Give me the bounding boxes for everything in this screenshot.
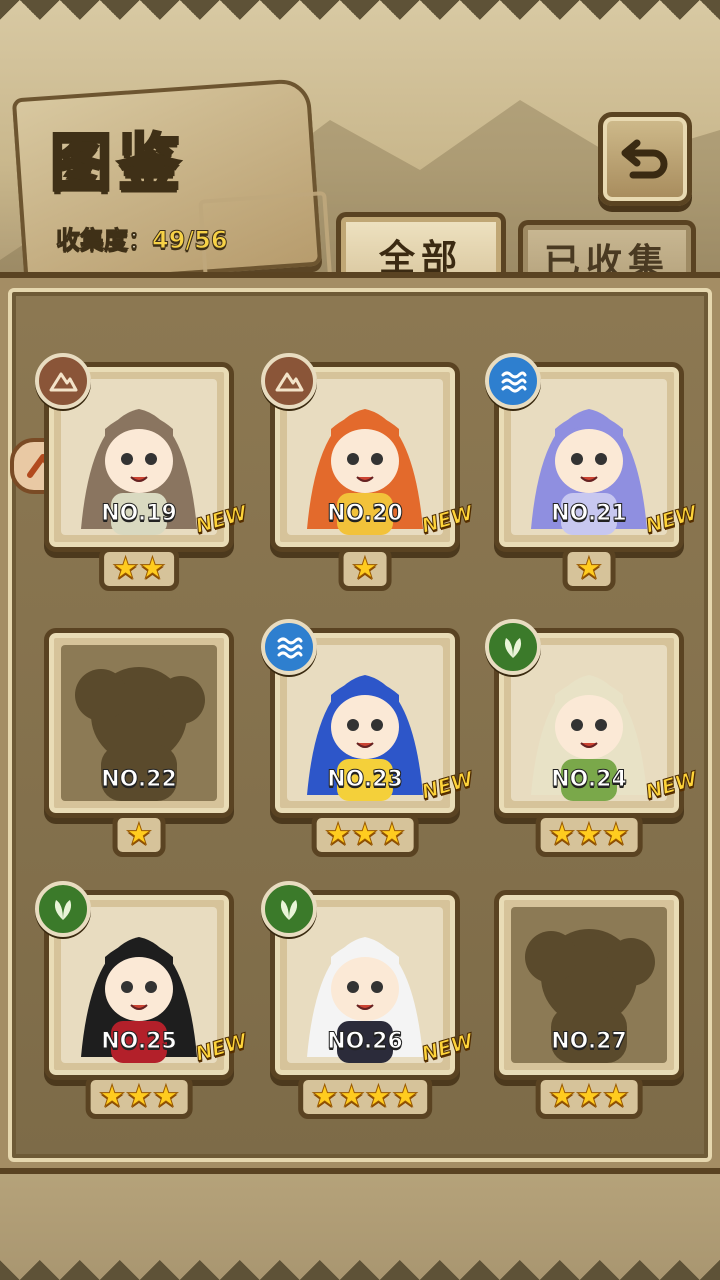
star-rating: ★: [338, 547, 392, 591]
star-icon: ★: [351, 551, 379, 586]
character-card[interactable]: NO.24 NEW ★ ★ ★: [485, 619, 700, 857]
star-icon: ★: [548, 817, 576, 852]
star-icon: ★: [602, 817, 630, 852]
leaf-icon: [280, 900, 298, 920]
collection-value: 49/56: [152, 226, 229, 255]
star-icon: ★: [311, 1079, 339, 1114]
character-card[interactable]: NO.22 ★: [44, 628, 234, 857]
element-badge: [261, 353, 317, 409]
star-icon: ★: [575, 1079, 603, 1114]
star-icon: ★: [575, 551, 603, 586]
leaf-icon: [504, 638, 522, 658]
element-badge: [485, 353, 541, 409]
collection-label: 收集度：: [56, 226, 153, 255]
star-rating: ★ ★: [99, 547, 179, 591]
collection-progress: 收集度：49/56: [56, 220, 229, 255]
element-badge: [35, 881, 91, 937]
star-icon: ★: [125, 817, 153, 852]
star-icon: ★: [575, 817, 603, 852]
page-title: 图鉴: [48, 125, 187, 201]
character-card[interactable]: NO.19 NEW ★ ★: [35, 353, 250, 591]
star-icon: ★: [351, 817, 379, 852]
leaf-icon: [54, 900, 72, 920]
star-rating: ★ ★ ★: [85, 1075, 193, 1119]
element-badge: [261, 881, 317, 937]
star-icon: ★: [338, 1079, 366, 1114]
star-icon: ★: [98, 1079, 126, 1114]
top-torn-edge: [0, 0, 720, 36]
star-icon: ★: [324, 817, 352, 852]
character-card[interactable]: NO.20 NEW ★: [261, 353, 476, 591]
mountain-icon: [275, 372, 304, 392]
star-icon: ★: [139, 551, 167, 586]
star-icon: ★: [378, 817, 406, 852]
card-number: NO.22: [101, 767, 178, 793]
star-icon: ★: [365, 1079, 393, 1114]
star-rating: ★ ★ ★: [535, 813, 643, 857]
element-badge: [35, 353, 91, 409]
bottom-torn-edge: [0, 1244, 720, 1280]
element-badge: [261, 619, 317, 675]
mountain-icon: [49, 372, 78, 392]
star-icon: ★: [125, 1079, 153, 1114]
character-card[interactable]: NO.27 ★ ★ ★: [494, 890, 684, 1119]
star-rating: ★ ★ ★ ★: [298, 1075, 432, 1119]
card-number: NO.27: [551, 1029, 628, 1055]
character-card[interactable]: NO.21 NEW ★: [485, 353, 700, 591]
back-button[interactable]: [598, 112, 692, 206]
water-icon: [501, 371, 527, 393]
star-rating: ★ ★ ★: [311, 813, 419, 857]
water-icon: [277, 637, 303, 659]
return-arrow-icon: [621, 139, 668, 179]
star-rating: ★ ★ ★: [535, 1075, 643, 1119]
star-rating: ★: [112, 813, 166, 857]
element-badge: [485, 619, 541, 675]
star-icon: ★: [391, 1079, 419, 1114]
star-rating: ★: [562, 547, 616, 591]
star-icon: ★: [112, 551, 140, 586]
star-icon: ★: [602, 1079, 630, 1114]
character-card[interactable]: NO.25 NEW ★ ★ ★: [35, 881, 250, 1119]
character-card[interactable]: NO.23 NEW ★ ★ ★: [261, 619, 476, 857]
star-icon: ★: [152, 1079, 180, 1114]
character-card[interactable]: NO.26 NEW ★ ★ ★ ★: [261, 881, 476, 1119]
star-icon: ★: [548, 1079, 576, 1114]
